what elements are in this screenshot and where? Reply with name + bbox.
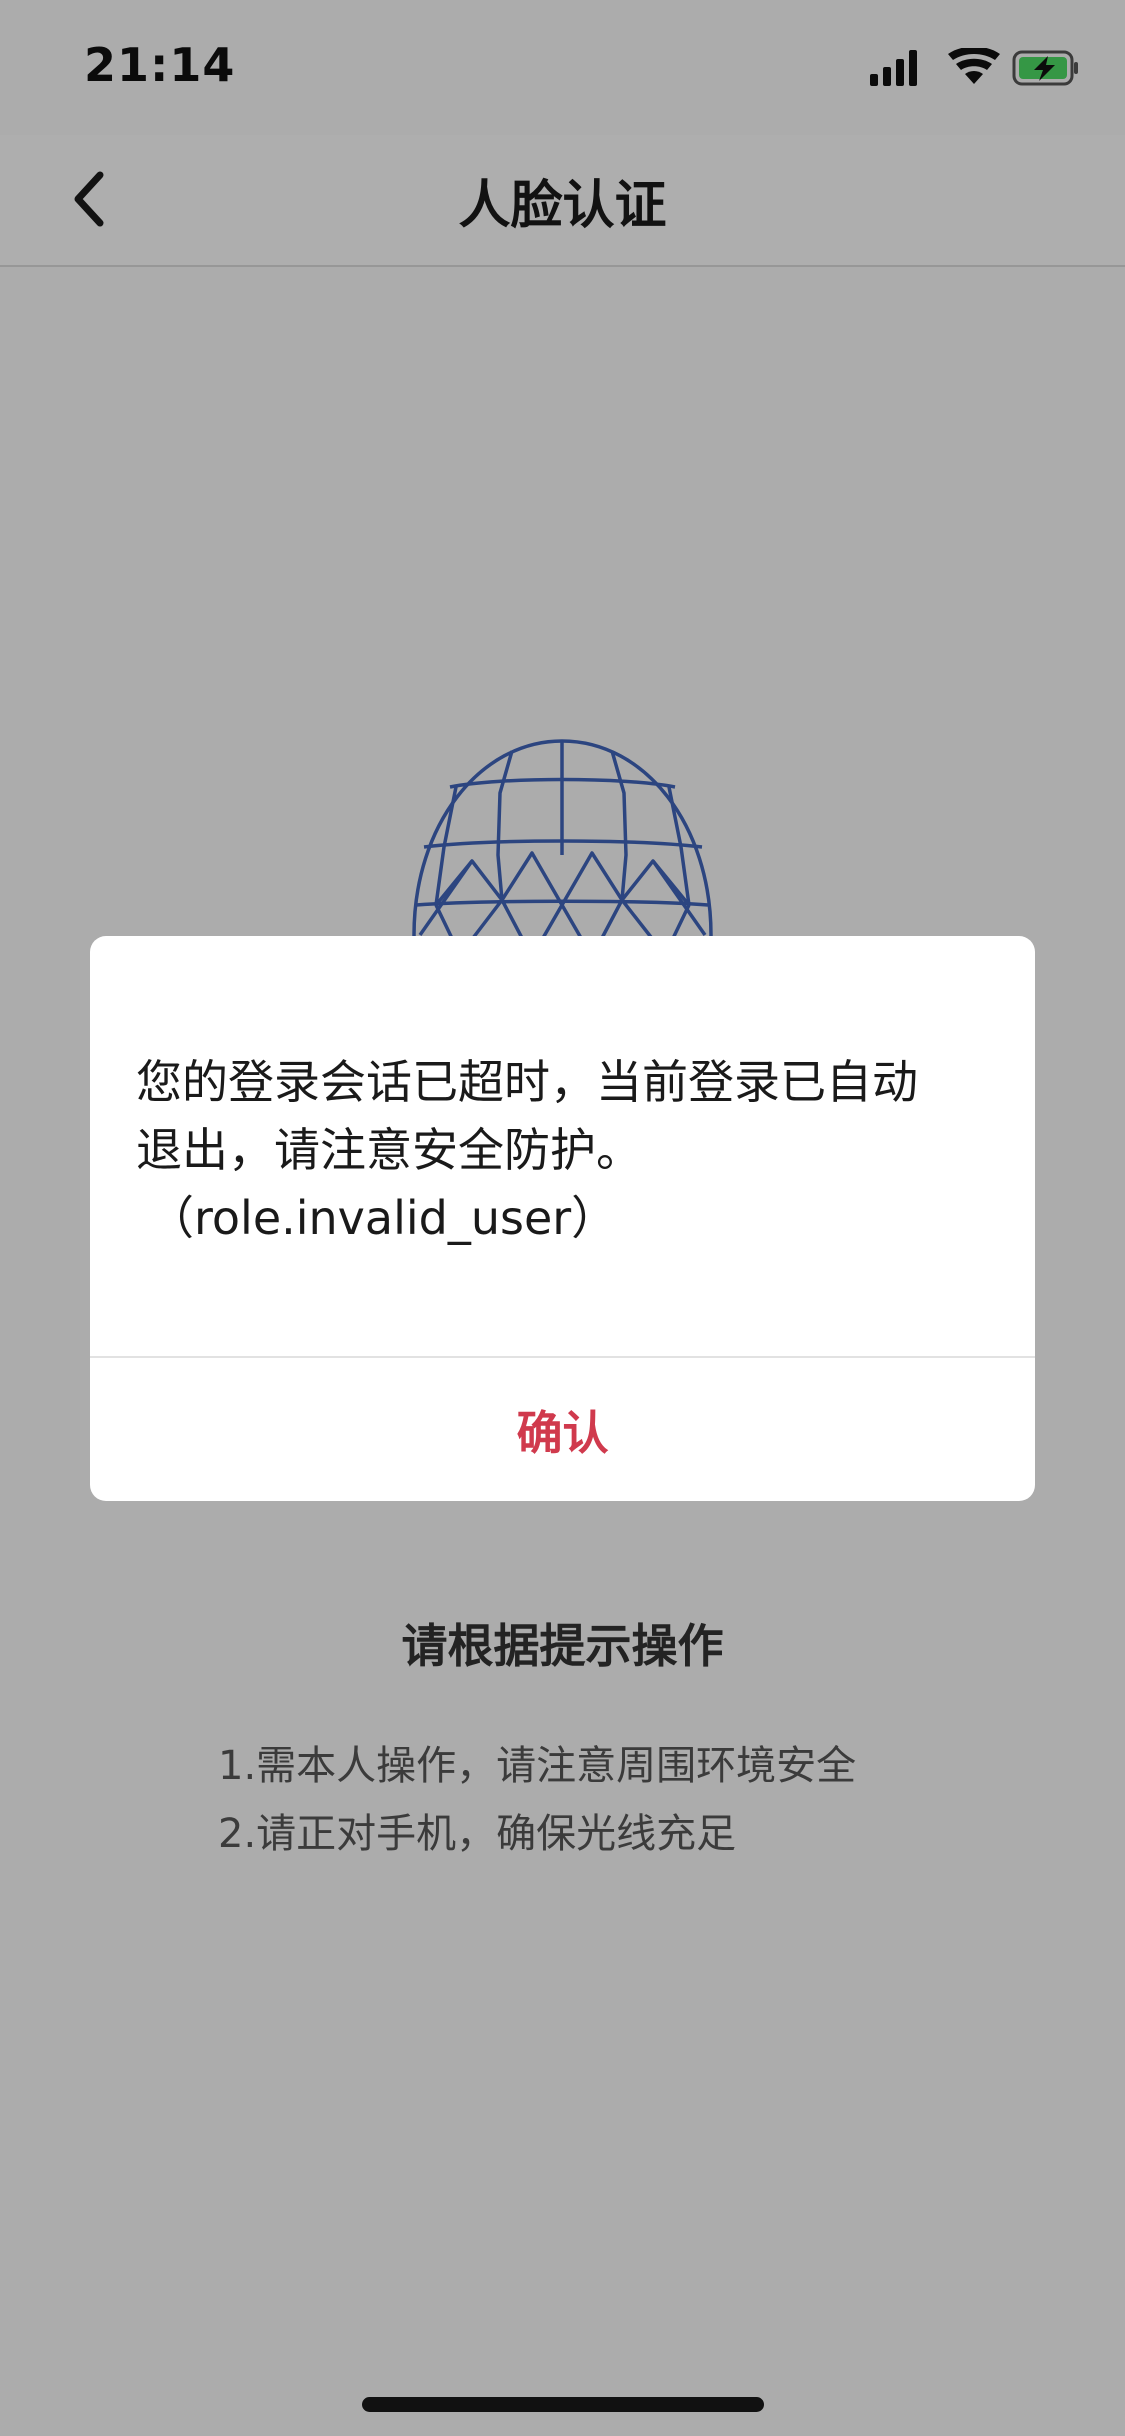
dialog-message-line: 退出，请注意安全防护。 — [136, 1123, 642, 1177]
home-indicator[interactable] — [362, 2397, 764, 2412]
dialog-error-code: （role.invalid_user） — [148, 1191, 618, 1245]
dialog-message-line: 您的登录会话已超时，当前登录已自动 — [136, 1055, 918, 1109]
dialog-message: 您的登录会话已超时，当前登录已自动 退出，请注意安全防护。 （role.inva… — [136, 1048, 996, 1252]
session-timeout-dialog: 您的登录会话已超时，当前登录已自动 退出，请注意安全防护。 （role.inva… — [90, 936, 1035, 1501]
confirm-button[interactable]: 确认 — [90, 1358, 1035, 1501]
